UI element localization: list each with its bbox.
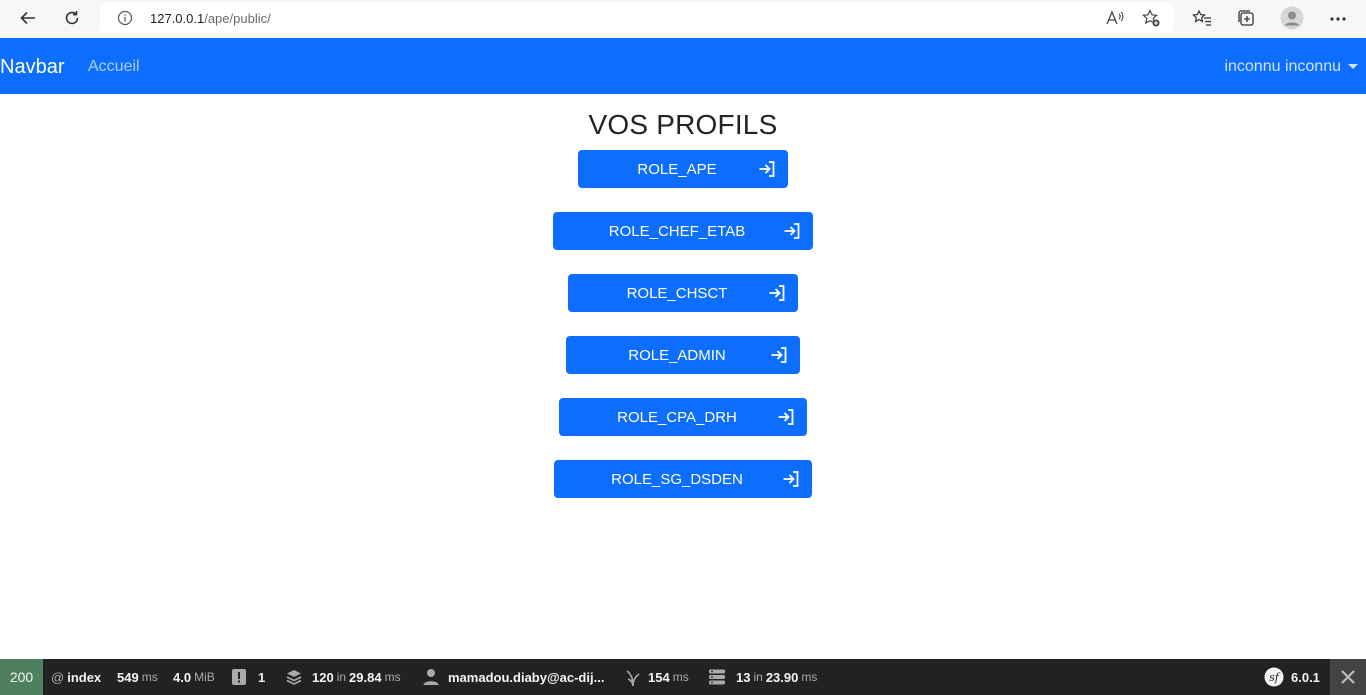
sign-in-icon [783, 471, 799, 487]
route-prefix: @ [51, 669, 65, 685]
role-button-label: ROLE_CPA_DRH [617, 408, 737, 426]
symfony-version-item[interactable]: sf 6.0.1 [1264, 659, 1320, 695]
page-title: VOS PROFILS [588, 109, 778, 140]
logs-icon [232, 669, 246, 685]
url-text: 127.0.0.1/ape/public/ [150, 11, 271, 26]
caret-down-icon [1348, 63, 1358, 69]
url-host: 127.0.0.1 [150, 11, 205, 26]
role-button-label: ROLE_SG_DSDEN [611, 470, 743, 488]
browser-toolbar: 127.0.0.1/ape/public/ [0, 0, 1366, 38]
twig-item[interactable]: 154 ms [622, 659, 689, 695]
role-button-label: ROLE_CHSCT [626, 284, 728, 302]
db-in: in [753, 670, 763, 684]
role-button-admin[interactable]: ROLE_ADMIN [566, 336, 800, 374]
authenticated-user: mamadou.diaby@ac-dij... [448, 669, 605, 685]
symfony-debug-toolbar: 200 @ index 549 ms 4.0 MiB 1 120 in 29.84 ms m… [0, 659, 1366, 695]
favorites-icon[interactable] [1192, 9, 1212, 27]
db-queries: 13 [736, 669, 751, 685]
sign-in-icon [769, 285, 785, 301]
user-icon [423, 669, 439, 685]
cache-calls: 120 [312, 669, 334, 685]
info-icon [117, 10, 133, 26]
add-favorite-icon[interactable] [1142, 9, 1160, 27]
role-button-label: ROLE_APE [637, 160, 717, 178]
sign-in-icon [784, 223, 800, 239]
sign-in-icon [778, 409, 794, 425]
symfony-version: 6.0.1 [1291, 669, 1320, 685]
profile-avatar-icon[interactable] [1280, 6, 1304, 30]
twig-unit: ms [672, 670, 689, 684]
role-button-chsct[interactable]: ROLE_CHSCT [568, 274, 798, 312]
request-time: 549 [117, 669, 139, 685]
close-toolbar-button[interactable] [1330, 659, 1366, 695]
route-name: index [67, 669, 102, 685]
db-unit: ms [801, 670, 818, 684]
symfony-logo-icon: sf [1264, 667, 1284, 687]
back-arrow-icon [20, 11, 35, 25]
database-item[interactable]: 13 in 23.90 ms [708, 659, 817, 695]
cache-item[interactable]: 120 in 29.84 ms [285, 659, 401, 695]
collections-icon[interactable] [1237, 9, 1255, 27]
db-time: 23.90 [765, 669, 799, 685]
time-unit: ms [141, 670, 158, 684]
back-button[interactable] [14, 4, 42, 32]
read-aloud-icon[interactable] [1106, 10, 1124, 26]
role-button-label: ROLE_ADMIN [628, 346, 726, 364]
security-item[interactable]: mamadou.diaby@ac-dij... [423, 659, 604, 695]
role-button-label: ROLE_CHEF_ETAB [608, 222, 746, 240]
time-item[interactable]: 549 ms [117, 659, 158, 695]
route-item[interactable]: @ index [51, 659, 101, 695]
role-button-chef-etab[interactable]: ROLE_CHEF_ETAB [553, 212, 813, 250]
app-navbar: Navbar Accueil inconnu inconnu [0, 38, 1366, 94]
status-code: 200 [9, 669, 34, 685]
cache-layers-icon [286, 670, 302, 685]
more-options-icon[interactable] [1329, 16, 1347, 22]
twig-time: 154 [648, 669, 670, 685]
role-button-ape[interactable]: ROLE_APE [578, 150, 788, 188]
logs-item[interactable]: 1 [231, 659, 265, 695]
database-icon [709, 669, 725, 685]
role-button-sg-dsden[interactable]: ROLE_SG_DSDEN [554, 460, 812, 498]
navbar-brand[interactable]: Navbar [0, 56, 64, 79]
sign-in-icon [771, 347, 787, 363]
cache-unit: ms [384, 670, 401, 684]
address-bar[interactable]: 127.0.0.1/ape/public/ [100, 3, 1174, 33]
close-icon [1341, 670, 1355, 684]
nav-link-accueil[interactable]: Accueil [88, 58, 140, 76]
cache-time: 29.84 [349, 669, 382, 685]
status-code-badge[interactable]: 200 [0, 659, 43, 695]
url-path: /ape/public/ [204, 11, 271, 26]
cache-in: in [336, 670, 347, 684]
memory-item[interactable]: 4.0 MiB [173, 659, 215, 695]
memory-unit: MiB [194, 670, 215, 684]
refresh-button[interactable] [58, 4, 86, 32]
user-name: inconnu inconnu [1224, 58, 1341, 75]
twig-icon [626, 670, 640, 687]
sign-in-icon [759, 161, 775, 177]
refresh-icon [65, 11, 79, 25]
role-button-cpa-drh[interactable]: ROLE_CPA_DRH [559, 398, 807, 436]
memory-usage: 4.0 [173, 669, 192, 685]
user-dropdown[interactable]: inconnu inconnu [1224, 58, 1358, 76]
logs-count: 1 [258, 669, 266, 685]
